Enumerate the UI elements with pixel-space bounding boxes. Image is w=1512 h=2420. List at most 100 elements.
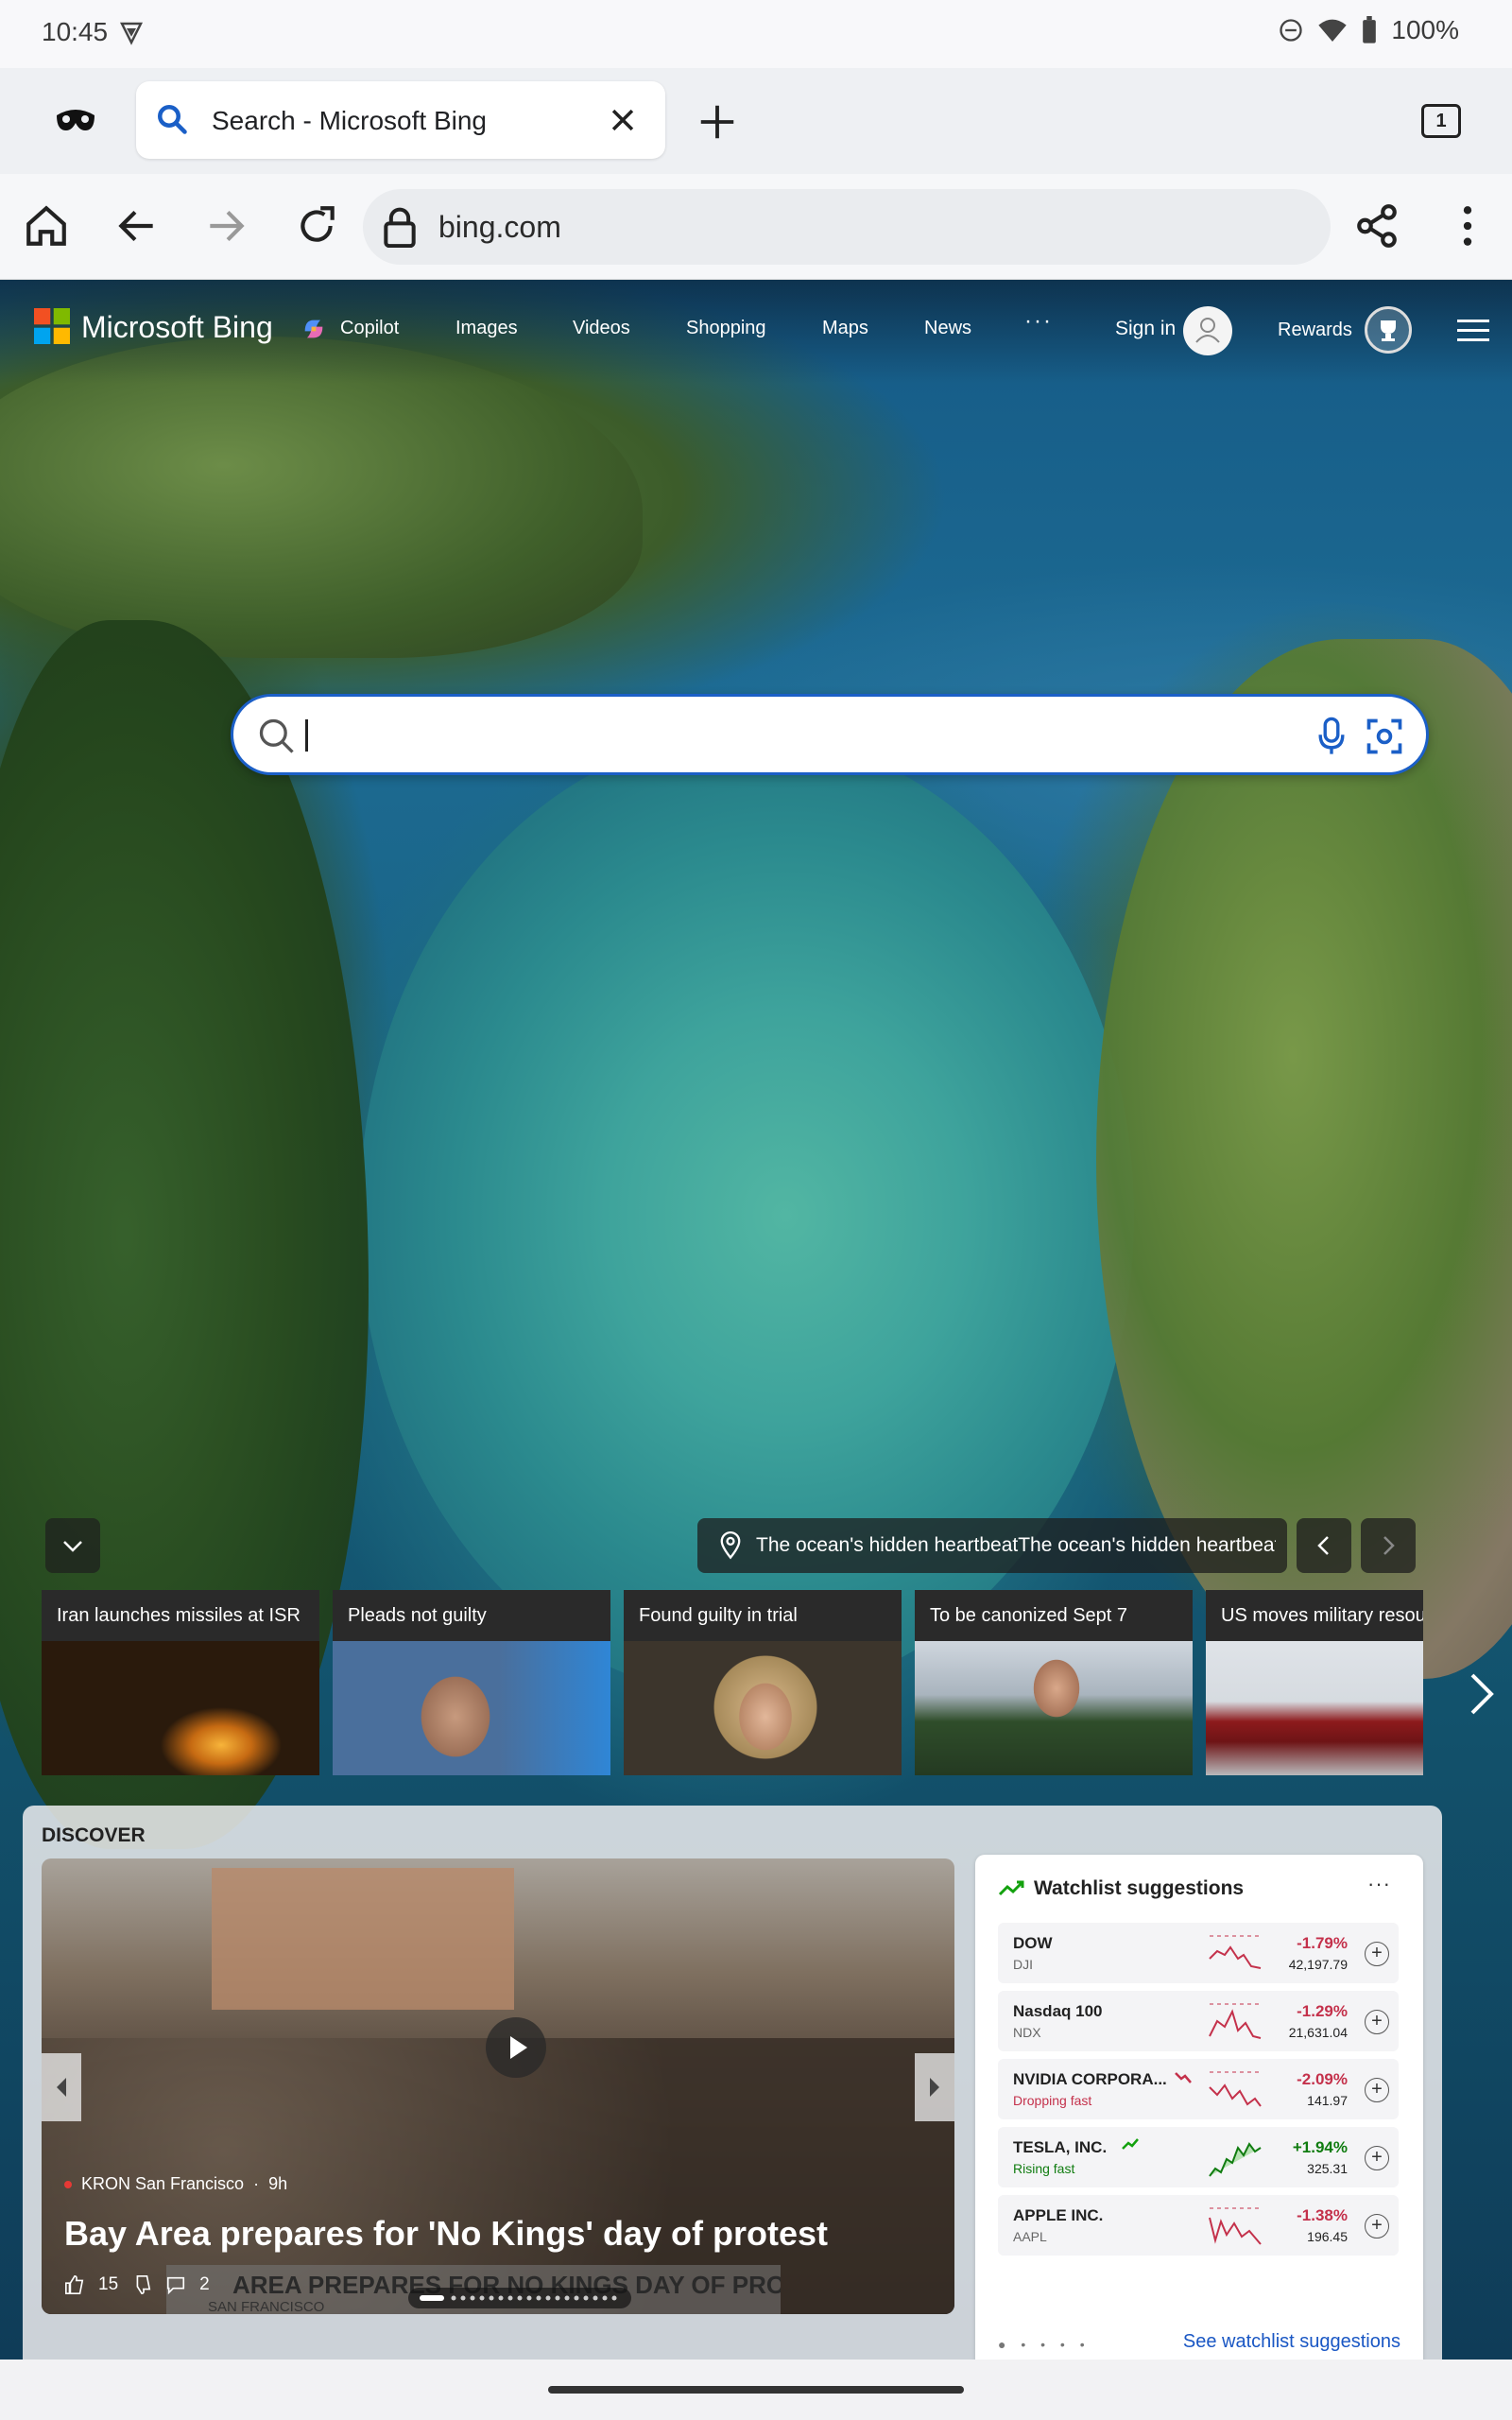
thumbs-down-icon[interactable] [131, 2274, 152, 2295]
active-tab[interactable]: Search - Microsoft Bing [136, 81, 665, 159]
thumbs-up-icon[interactable] [64, 2274, 85, 2295]
news-card[interactable]: To be canonized Sept 7 [915, 1590, 1193, 1775]
caption-text: The ocean's hidden heartbeatThe ocean's … [756, 1534, 1276, 1556]
discover-label: DISCOVER [42, 1824, 146, 1846]
see-watchlist-suggestions-link[interactable]: See watchlist suggestions [1183, 2331, 1400, 2353]
add-to-watchlist-button[interactable]: + [1365, 2214, 1389, 2238]
stock-price: 21,631.04 [1288, 2025, 1348, 2040]
carousel-next-icon[interactable] [1465, 1669, 1499, 1719]
news-card-image [624, 1641, 902, 1775]
news-card[interactable]: US moves military resou [1206, 1590, 1423, 1775]
collapse-button[interactable] [45, 1518, 100, 1573]
visual-search-icon[interactable] [1364, 716, 1405, 757]
address-bar[interactable]: bing.com [363, 189, 1331, 265]
wifi-icon [1318, 19, 1348, 42]
stock-row[interactable]: Nasdaq 100 NDX -1.29% 21,631.04 + [998, 1991, 1399, 2051]
stock-row[interactable]: DOW DJI -1.79% 42,197.79 + [998, 1923, 1399, 1983]
stock-change: -1.79% [1297, 1934, 1348, 1952]
stock-row[interactable]: NVIDIA CORPORA... Dropping fast -2.09% 1… [998, 2059, 1399, 2119]
bing-logo-text[interactable]: Microsoft Bing [81, 310, 273, 345]
watchlist-pagination-dots[interactable]: ● • • • • [998, 2337, 1091, 2352]
new-tab-icon[interactable] [696, 100, 739, 144]
incognito-icon[interactable] [53, 102, 98, 140]
play-icon [510, 2036, 527, 2059]
news-card-image [42, 1641, 319, 1775]
watchlist-more-button[interactable]: ··· [1367, 1872, 1391, 1896]
stock-sparkline [1209, 2071, 1262, 2107]
video-headline[interactable]: Bay Area prepares for 'No Kings' day of … [64, 2214, 828, 2254]
video-previous-button[interactable] [42, 2053, 81, 2121]
nav-shopping[interactable]: Shopping [686, 318, 766, 339]
add-to-watchlist-button[interactable]: + [1365, 1942, 1389, 1966]
hamburger-menu-icon[interactable] [1457, 318, 1489, 344]
bing-homepage: Microsoft Bing Copilot Images Videos Sho… [0, 280, 1512, 2360]
chevron-right-icon [1383, 1536, 1395, 1555]
add-to-watchlist-button[interactable]: + [1365, 2078, 1389, 2102]
rewards-trophy-icon[interactable] [1365, 306, 1412, 354]
news-card[interactable]: Iran launches missiles at ISR [42, 1590, 319, 1775]
stock-trend-label: Rising fast [1013, 2161, 1075, 2176]
video-next-button[interactable] [915, 2053, 954, 2121]
video-thumbnail-building [212, 1868, 514, 2010]
image-caption[interactable]: The ocean's hidden heartbeatThe ocean's … [697, 1518, 1287, 1573]
video-pagination-dots[interactable] [408, 2288, 631, 2308]
trend-down-icon [1175, 2072, 1192, 2083]
tab-switcher-button[interactable]: 1 [1421, 104, 1461, 138]
nav-maps[interactable]: Maps [822, 318, 868, 339]
nav-images[interactable]: Images [455, 318, 518, 339]
bing-search-box[interactable] [231, 694, 1429, 775]
triangle-right-icon [930, 2078, 939, 2097]
url-text: bing.com [438, 210, 561, 244]
stock-price: 141.97 [1307, 2093, 1348, 2108]
nav-copilot[interactable]: Copilot [340, 318, 399, 339]
news-card[interactable]: Pleads not guilty [333, 1590, 610, 1775]
video-card[interactable]: KRON San Francisco · 9h Bay Area prepare… [42, 1858, 954, 2314]
news-card-title: US moves military resou [1206, 1590, 1423, 1641]
comment-icon[interactable] [165, 2274, 186, 2295]
back-icon[interactable] [113, 202, 161, 250]
stock-change: -1.29% [1297, 2002, 1348, 2020]
chevron-down-icon [63, 1541, 82, 1552]
battery-icon [1363, 16, 1377, 43]
news-card-image [1206, 1641, 1423, 1775]
home-icon[interactable] [23, 202, 70, 250]
stock-row[interactable]: TESLA, INC. Rising fast +1.94% 325.31 + [998, 2127, 1399, 2187]
reload-icon[interactable] [293, 202, 340, 250]
stock-change: +1.94% [1292, 2138, 1348, 2156]
stock-name: NVIDIA CORPORA... [1013, 2070, 1167, 2088]
like-count: 15 [98, 2274, 119, 2294]
stock-price: 325.31 [1307, 2161, 1348, 2176]
chevron-left-icon [1317, 1536, 1329, 1555]
do-not-disturb-icon [1280, 19, 1303, 42]
sign-in-link[interactable]: Sign in [1115, 318, 1176, 340]
news-card-title: Iran launches missiles at ISR [42, 1590, 319, 1641]
stock-trend-label: Dropping fast [1013, 2093, 1092, 2108]
close-tab-icon[interactable] [607, 104, 639, 136]
stock-name: APPLE INC. [1013, 2206, 1104, 2224]
share-icon[interactable] [1353, 202, 1400, 250]
lock-icon[interactable] [382, 206, 418, 248]
comment-count: 2 [199, 2274, 210, 2294]
add-to-watchlist-button[interactable]: + [1365, 2146, 1389, 2170]
search-input[interactable] [313, 714, 1239, 757]
nav-news[interactable]: News [924, 318, 971, 339]
previous-image-button[interactable] [1297, 1518, 1351, 1573]
status-icons: 100% [1278, 15, 1459, 45]
microsoft-logo-icon[interactable] [34, 308, 70, 344]
pagination-dots [420, 2295, 617, 2301]
home-gesture-handle[interactable] [548, 2386, 964, 2394]
nav-videos[interactable]: Videos [573, 318, 630, 339]
forward-icon[interactable] [202, 202, 249, 250]
more-options-icon[interactable] [1444, 202, 1491, 250]
source-separator: · [253, 2174, 260, 2193]
play-button[interactable] [486, 2017, 546, 2078]
news-card[interactable]: Found guilty in trial [624, 1590, 902, 1775]
avatar[interactable] [1183, 306, 1232, 355]
nav-more-button[interactable]: ··· [1024, 308, 1053, 335]
add-to-watchlist-button[interactable]: + [1365, 2010, 1389, 2034]
next-image-button[interactable] [1361, 1518, 1416, 1573]
copilot-icon [304, 320, 323, 338]
microphone-icon[interactable] [1314, 716, 1349, 757]
rewards-link[interactable]: Rewards [1278, 320, 1352, 341]
stock-row[interactable]: APPLE INC. AAPL -1.38% 196.45 + [998, 2195, 1399, 2256]
